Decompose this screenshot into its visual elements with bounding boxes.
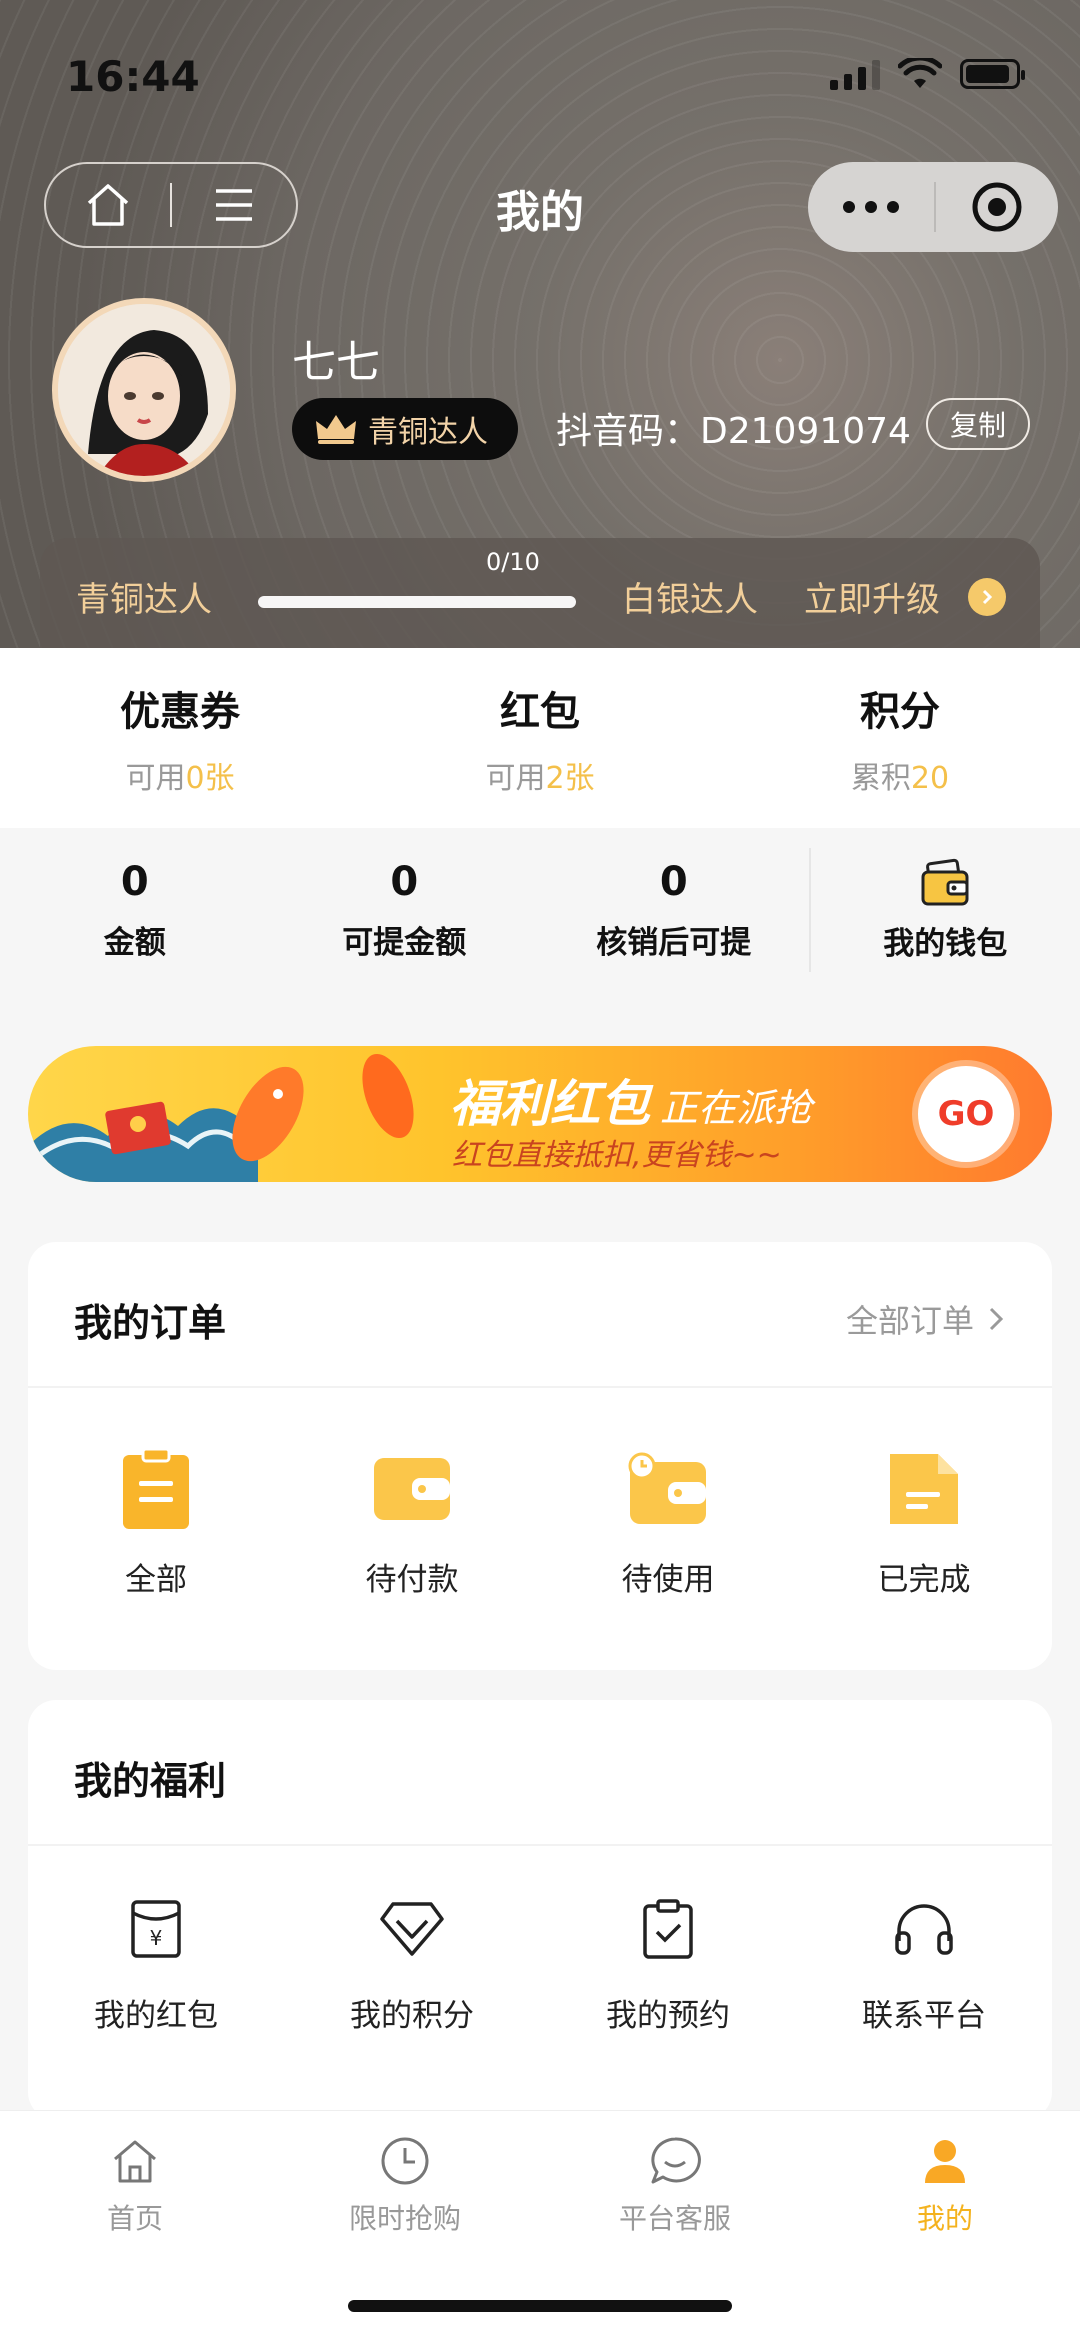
benefit-redpacket[interactable]: ¥ 我的红包	[28, 1846, 284, 2035]
banner-subtitle: 红包直接抵扣,更省钱~~	[452, 1138, 782, 1173]
clock-icon	[379, 2135, 431, 2187]
order-label: 全部	[125, 1562, 187, 1598]
tab-customer-service[interactable]: 平台客服	[540, 2111, 810, 2261]
order-label: 待付款	[365, 1562, 459, 1598]
battery-icon	[960, 59, 1025, 89]
wifi-icon	[898, 58, 942, 88]
orders-title: 我的订单	[74, 1301, 227, 1345]
chevron-right-icon	[989, 1307, 1004, 1331]
tab-mine[interactable]: 我的	[810, 2111, 1080, 2261]
stats-row: 优惠券 可用0张 红包 可用2张 积分 累积20	[0, 648, 1080, 828]
benefit-points[interactable]: 我的积分	[284, 1846, 540, 2035]
banner-koi-illustration	[28, 1053, 414, 1182]
benefit-label: 联系平台	[862, 1998, 986, 2034]
stat-sub: 可用2张	[485, 761, 595, 796]
current-level-label: 青铜达人	[76, 580, 212, 620]
signal-icon	[830, 58, 880, 90]
wallet-row: 0 金额 0 可提金额 0 核销后可提 我的钱包	[0, 830, 1080, 990]
redpacket-banner[interactable]: 福利红包 正在派抢 红包直接抵扣,更省钱~~ GO	[28, 1046, 1052, 1182]
more-button[interactable]	[808, 162, 934, 252]
wallet-value: 0	[120, 858, 149, 905]
order-label: 已完成	[877, 1562, 971, 1598]
chat-smile-icon	[649, 2135, 701, 2187]
wallet-icon	[921, 858, 969, 905]
wallet-amount[interactable]: 0 金额	[0, 830, 270, 990]
copy-button[interactable]: 复制	[926, 398, 1030, 450]
benefits-title: 我的福利	[74, 1759, 227, 1803]
benefit-reservation[interactable]: 我的预约	[540, 1846, 796, 2035]
svg-text:¥: ¥	[150, 1926, 163, 1950]
upgrade-arrow-icon[interactable]	[968, 578, 1006, 616]
stat-title: 红包	[500, 689, 580, 735]
douyin-code: 抖音码：D21091074	[556, 411, 911, 452]
level-progress-bar: 青铜达人 0/10 白银达人 立即升级	[40, 538, 1040, 648]
all-orders-link[interactable]: 全部订单	[846, 1296, 1004, 1342]
status-icons	[830, 58, 1025, 90]
benefit-label: 我的预约	[606, 1998, 730, 2034]
tab-flash-sale[interactable]: 限时抢购	[270, 2111, 540, 2261]
benefit-label: 我的积分	[350, 1998, 474, 2034]
tab-label: 平台客服	[618, 2202, 731, 2235]
banner-title: 福利红包 正在派抢	[450, 1075, 813, 1133]
headphones-icon	[889, 1894, 959, 1964]
tab-label: 限时抢购	[348, 2202, 461, 2235]
order-all[interactable]: 全部	[28, 1388, 284, 1599]
orders-header: 我的订单 全部订单	[28, 1242, 1052, 1388]
home-indicator	[348, 2300, 732, 2312]
home-icon	[109, 2135, 161, 2187]
wallet-value: 0	[659, 858, 688, 905]
user-icon	[919, 2135, 971, 2187]
level-progress-track	[258, 596, 576, 608]
order-pending-payment[interactable]: 待付款	[284, 1388, 540, 1599]
stat-redpacket[interactable]: 红包 可用2张	[360, 648, 720, 828]
tab-home[interactable]: 首页	[0, 2111, 270, 2261]
target-icon	[972, 182, 1022, 232]
wallet-withdrawable[interactable]: 0 可提金额	[270, 830, 540, 990]
stat-title: 优惠券	[120, 689, 240, 735]
order-label: 待使用	[621, 1562, 715, 1598]
tab-label: 首页	[106, 2202, 163, 2235]
redpacket-icon: ¥	[121, 1894, 191, 1964]
level-progress-text: 0/10	[486, 548, 540, 576]
wallet-label: 金额	[103, 924, 166, 961]
wallet-label: 我的钱包	[883, 925, 1008, 962]
wallet-value: 0	[390, 858, 419, 905]
wallet-clock-icon	[623, 1444, 713, 1534]
stat-title: 积分	[860, 689, 940, 735]
order-to-use[interactable]: 待使用	[540, 1388, 796, 1599]
clipboard-check-icon	[633, 1894, 703, 1964]
benefits-card: 我的福利 ¥ 我的红包 我的积分 我的预约 联系平台	[28, 1700, 1052, 2120]
status-time: 16:44	[66, 52, 200, 101]
level-badge: 青铜达人	[292, 398, 518, 460]
crown-icon	[316, 415, 356, 444]
wallet-label: 核销后可提	[596, 924, 752, 961]
upgrade-link[interactable]: 立即升级	[804, 572, 940, 621]
clipboard-icon	[111, 1444, 201, 1534]
level-badge-label: 青铜达人	[368, 415, 488, 450]
wallet-label: 可提金额	[342, 924, 467, 961]
stat-sub: 可用0张	[125, 761, 235, 796]
benefit-contact[interactable]: 联系平台	[796, 1846, 1052, 2035]
stat-sub: 累积20	[850, 761, 950, 796]
close-miniapp-button[interactable]	[936, 162, 1058, 252]
miniapp-capsule	[808, 162, 1058, 252]
benefit-label: 我的红包	[94, 1998, 218, 2034]
nickname: 七七	[292, 337, 380, 388]
stat-points[interactable]: 积分 累积20	[720, 648, 1080, 828]
tab-label: 我的	[916, 2202, 973, 2235]
avatar[interactable]	[52, 298, 236, 482]
order-completed[interactable]: 已完成	[796, 1388, 1052, 1599]
wallet-icon	[367, 1444, 457, 1534]
orders-card: 我的订单 全部订单 全部 待付款 待使用 已完成	[28, 1242, 1052, 1670]
benefits-header: 我的福利	[28, 1700, 1052, 1846]
avatar-illustration	[58, 304, 230, 476]
banner-go-button[interactable]: GO	[918, 1066, 1014, 1162]
next-level-label: 白银达人	[622, 580, 758, 620]
diamond-icon	[377, 1894, 447, 1964]
wallet-after-verify[interactable]: 0 核销后可提	[539, 830, 809, 990]
stat-coupon[interactable]: 优惠券 可用0张	[0, 648, 360, 828]
my-wallet-button[interactable]: 我的钱包	[811, 830, 1080, 990]
document-icon	[879, 1444, 969, 1534]
profile-header: 16:44 我的 七七 青铜达人 抖音码：D21091074 复制 青铜达人 0…	[0, 0, 1080, 648]
